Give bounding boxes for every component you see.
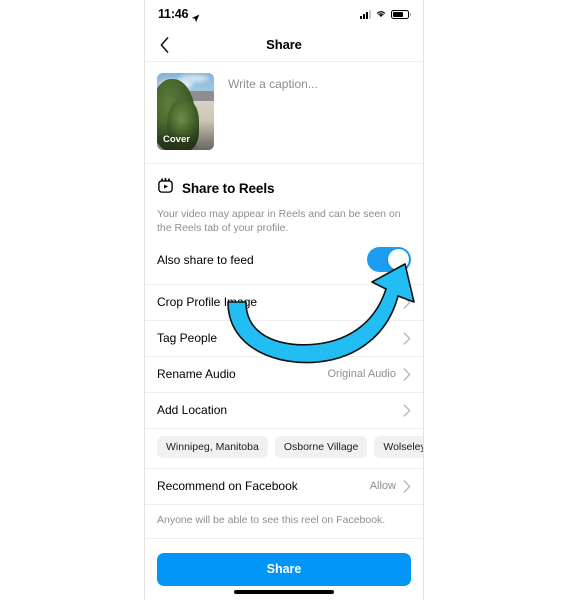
row-right: Allow xyxy=(370,480,411,493)
row-right: Original Audio xyxy=(328,368,412,381)
reels-icon xyxy=(157,177,174,199)
row-right xyxy=(396,332,411,345)
screenshot-root: 11:46 Share Cover Write a caption... Sha… xyxy=(0,0,582,600)
chevron-right-icon xyxy=(403,368,411,381)
row-add-location[interactable]: Add Location xyxy=(145,393,423,429)
also-share-to-feed-toggle[interactable] xyxy=(367,247,411,273)
battery-icon xyxy=(391,9,411,19)
status-time: 11:46 xyxy=(158,7,189,21)
facebook-note: Anyone will be able to see this reel on … xyxy=(145,505,423,539)
location-chip[interactable]: Osborne Village xyxy=(274,435,368,458)
cover-label: Cover xyxy=(163,134,190,145)
row-right xyxy=(396,404,411,417)
toggle-knob xyxy=(388,249,409,271)
share-to-reels-title: Share to Reels xyxy=(182,180,275,196)
also-share-to-feed-row: Also share to feed xyxy=(157,247,411,273)
row-label: Crop Profile Image xyxy=(157,295,258,310)
share-button[interactable]: Share xyxy=(157,552,411,586)
row-right xyxy=(396,296,411,309)
row-value: Allow xyxy=(369,480,396,493)
row-crop-profile-image[interactable]: Crop Profile Image xyxy=(145,285,423,321)
row-label: Add Location xyxy=(157,403,228,418)
home-indicator xyxy=(234,590,334,594)
page-title: Share xyxy=(266,37,302,52)
chevron-left-icon xyxy=(160,36,168,53)
share-to-reels-description: Your video may appear in Reels and can b… xyxy=(157,208,401,235)
location-arrow-icon xyxy=(191,10,200,22)
caption-row: Cover Write a caption... xyxy=(145,62,423,164)
share-to-reels-header: Share to Reels xyxy=(157,177,411,199)
status-bar: 11:46 xyxy=(145,0,423,28)
wifi-icon xyxy=(375,5,387,23)
chevron-right-icon xyxy=(403,480,411,493)
status-bar-left: 11:46 xyxy=(158,7,200,22)
row-label: Rename Audio xyxy=(157,367,236,382)
status-bar-right xyxy=(360,5,411,23)
row-label: Recommend on Facebook xyxy=(157,479,298,494)
chevron-right-icon xyxy=(403,332,411,345)
also-share-to-feed-label: Also share to feed xyxy=(157,252,254,267)
row-value: Original Audio xyxy=(327,368,397,381)
share-to-reels-section: Share to Reels Your video may appear in … xyxy=(145,164,423,285)
location-chip[interactable]: Wolseley xyxy=(374,435,423,458)
row-recommend-on-facebook[interactable]: Recommend on Facebook Allow xyxy=(145,469,423,505)
location-chip[interactable]: Winnipeg, Manitoba xyxy=(157,435,268,458)
chevron-right-icon xyxy=(403,404,411,417)
location-suggestions[interactable]: Winnipeg, Manitoba Osborne Village Wolse… xyxy=(145,429,423,469)
navigation-bar: Share xyxy=(145,28,423,62)
row-rename-audio[interactable]: Rename Audio Original Audio xyxy=(145,357,423,393)
cover-thumbnail[interactable]: Cover xyxy=(157,73,214,150)
phone-frame: 11:46 Share Cover Write a caption... Sha… xyxy=(144,0,424,600)
chevron-right-icon xyxy=(403,296,411,309)
back-button[interactable] xyxy=(154,35,174,55)
caption-input[interactable]: Write a caption... xyxy=(214,73,411,150)
row-tag-people[interactable]: Tag People xyxy=(145,321,423,357)
thumbnail-cloud xyxy=(179,75,209,82)
cellular-signal-icon xyxy=(360,9,371,19)
row-label: Tag People xyxy=(157,331,218,346)
